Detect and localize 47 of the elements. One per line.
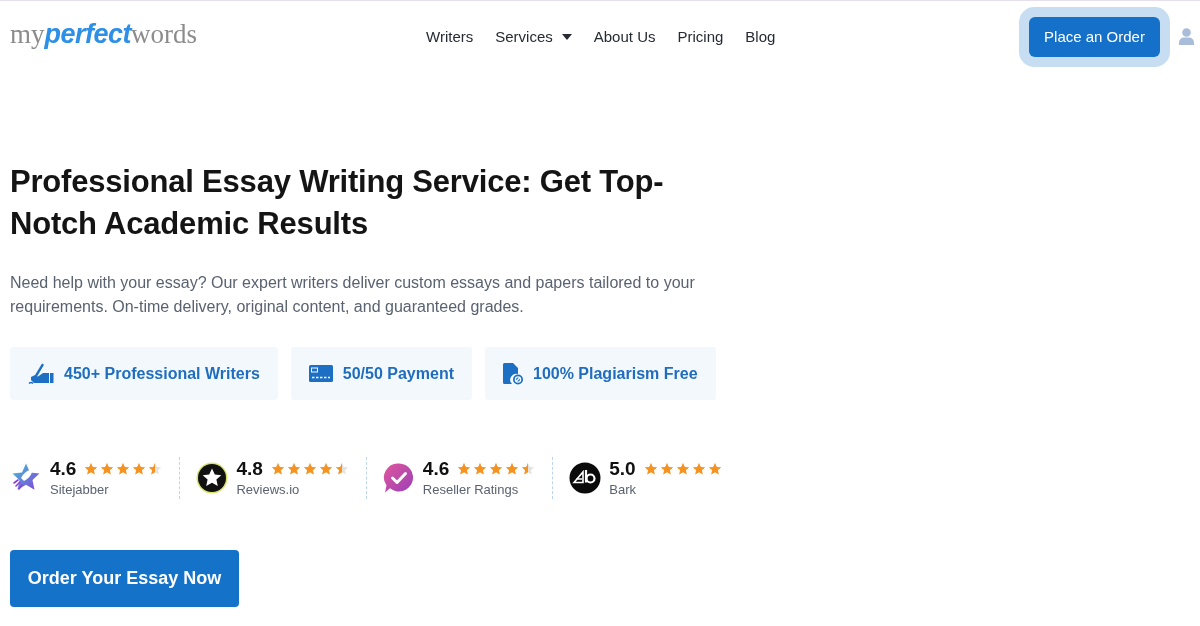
document-badge-icon	[503, 362, 523, 385]
hand-pen-icon	[28, 362, 54, 385]
nav-link[interactable]: Pricing	[677, 28, 724, 45]
star-circle-icon	[196, 462, 229, 494]
star-icon	[691, 461, 706, 476]
star-icon	[334, 461, 349, 476]
rating-source: Sitejabber	[50, 482, 110, 498]
star-icon	[521, 461, 536, 476]
rating-source: Reviews.io	[236, 482, 301, 498]
star-icon	[84, 461, 99, 476]
star-icon	[489, 461, 504, 476]
rating-source: Bark	[609, 482, 637, 498]
rating-source: Reseller Ratings	[422, 482, 520, 498]
order-essay-button[interactable]: Order Your Essay Now	[10, 550, 239, 607]
page-heading: Professional Essay Writing Service: Get Top-Notch Academic Results	[10, 163, 665, 243]
feature-label: 50/50 Payment	[342, 364, 454, 383]
star-icon	[707, 461, 722, 476]
nav-link[interactable]: Services	[495, 28, 572, 45]
circle-logo-icon	[569, 462, 602, 494]
star-icon	[116, 461, 131, 476]
user-icon[interactable]	[1179, 28, 1194, 45]
rating-score: 4.6	[422, 458, 450, 479]
rating-score: 4.8	[236, 458, 263, 479]
star-icon	[318, 461, 333, 476]
star-icon	[473, 461, 488, 476]
star-icon	[270, 461, 285, 476]
caret-icon	[561, 33, 572, 40]
star-icon	[286, 461, 301, 476]
star-icon	[132, 461, 147, 476]
nav-link[interactable]: Writers	[426, 28, 474, 45]
intro-paragraph: Need help with your essay? Our expert writers deliver custom essays and papers tailored to your requirements. On-time delivery, original content, and guaranteed grades.	[10, 273, 696, 317]
rating-score: 4.6	[50, 458, 77, 479]
nav-link[interactable]: Blog	[745, 28, 776, 45]
nav-link[interactable]: About Us	[593, 28, 656, 45]
star-icon	[505, 461, 520, 476]
star-icon	[100, 461, 115, 476]
star-icon	[643, 461, 658, 476]
feature-label: 100% Plagiarism Free	[533, 364, 698, 383]
rating-score: 5.0	[609, 458, 636, 479]
star-icon	[675, 461, 690, 476]
star-icon	[659, 461, 674, 476]
check-bubble-icon	[382, 462, 415, 494]
star-icon	[457, 461, 472, 476]
star-icon	[302, 461, 317, 476]
feature-label: 450+ Professional Writers	[64, 364, 260, 383]
credit-card-icon	[308, 365, 333, 382]
star-icon	[148, 461, 163, 476]
